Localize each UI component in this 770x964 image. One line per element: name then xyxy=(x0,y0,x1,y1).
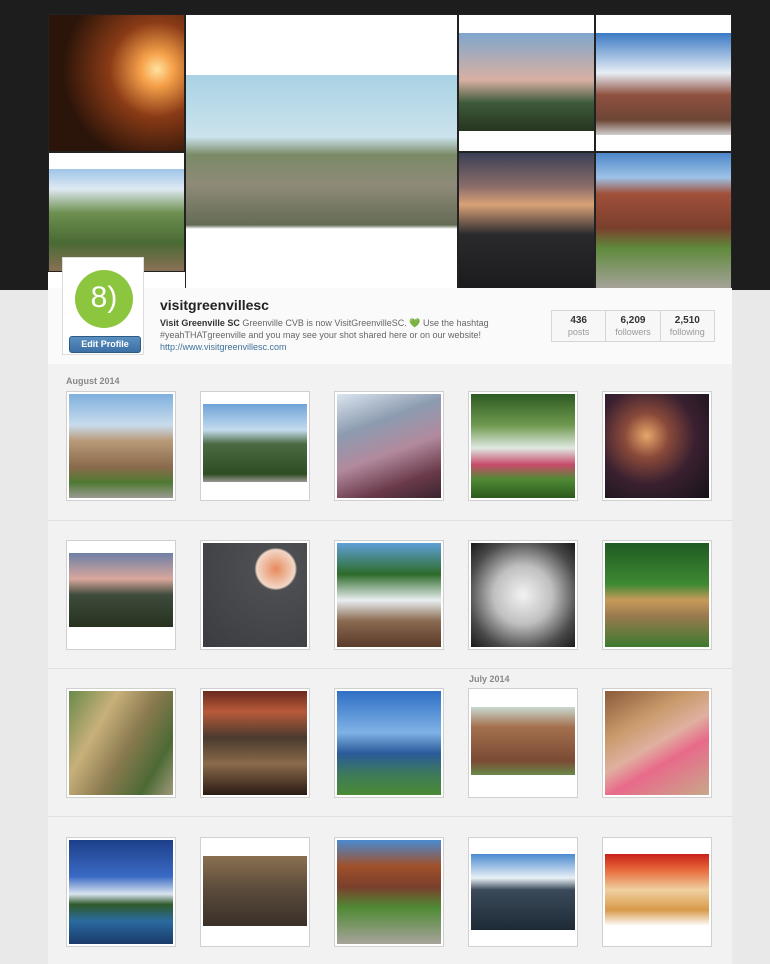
website-link[interactable]: http://www.visitgreenvillesc.com xyxy=(160,342,287,352)
profile-display-name: Visit Greenville SC xyxy=(160,318,240,328)
row-divider xyxy=(48,816,732,817)
mosaic-city-rainbow xyxy=(185,14,458,290)
photo-thumbnail[interactable] xyxy=(602,837,712,947)
profile-header: 8) Edit Profile visitgreenvillesc Visit … xyxy=(48,257,732,364)
photo-thumbnail[interactable] xyxy=(602,540,712,650)
row-divider xyxy=(48,668,732,669)
photo-thumbnail[interactable] xyxy=(334,391,444,501)
photo-thumbnail[interactable] xyxy=(334,540,444,650)
mosaic-mountain-dusk xyxy=(458,14,595,152)
stat-posts-label: posts xyxy=(567,327,590,337)
profile-bio: Visit Greenville SC Greenville CVB is no… xyxy=(160,317,538,341)
photo-thumbnail[interactable] xyxy=(468,391,578,501)
photo-thumbnail[interactable] xyxy=(200,837,310,947)
photo-thumbnail[interactable] xyxy=(602,391,712,501)
photo-thumbnail[interactable] xyxy=(66,837,176,947)
photo-grid: August 2014 July 2014 xyxy=(48,364,732,964)
photo-thumbnail[interactable] xyxy=(200,391,310,501)
month-heading-august: August 2014 xyxy=(66,376,120,386)
photo-thumbnail[interactable] xyxy=(66,540,176,650)
mosaic-skyline-sunset xyxy=(458,152,595,290)
month-heading-july: July 2014 xyxy=(469,674,510,684)
mosaic-park-walkway xyxy=(595,152,732,290)
mosaic-brick-building-sky xyxy=(595,14,732,152)
row-divider xyxy=(48,520,732,521)
stat-following-label: following xyxy=(669,327,705,337)
avatar-frame: 8) Edit Profile xyxy=(62,257,144,355)
edit-profile-button[interactable]: Edit Profile xyxy=(69,336,141,353)
stat-posts-value: 436 xyxy=(570,315,587,326)
photo-thumbnail[interactable] xyxy=(66,391,176,501)
photo-thumbnail[interactable] xyxy=(602,688,712,798)
photo-thumbnail[interactable] xyxy=(334,688,444,798)
green-heart-icon: 💚 xyxy=(409,318,421,328)
avatar[interactable]: 8) xyxy=(75,270,133,328)
photo-thumbnail[interactable] xyxy=(200,540,310,650)
photo-thumbnail[interactable] xyxy=(468,688,578,798)
profile-stats: 436 posts 6,209 followers 2,510 followin… xyxy=(551,310,715,342)
photo-thumbnail[interactable] xyxy=(468,540,578,650)
photo-thumbnail[interactable] xyxy=(468,837,578,947)
header-photo-mosaic xyxy=(0,0,770,290)
stat-posts[interactable]: 436 posts xyxy=(552,311,605,341)
stat-followers[interactable]: 6,209 followers xyxy=(605,311,659,341)
photo-thumbnail[interactable] xyxy=(334,837,444,947)
profile-username: visitgreenvillesc xyxy=(160,297,269,313)
stat-followers-value: 6,209 xyxy=(620,315,646,326)
photo-thumbnail[interactable] xyxy=(66,688,176,798)
mosaic-sunset-building xyxy=(48,14,185,152)
mosaic-rooftop-garden xyxy=(48,152,185,272)
photo-thumbnail[interactable] xyxy=(200,688,310,798)
bio-text: Greenville CVB is now VisitGreenvilleSC. xyxy=(242,318,407,328)
stat-followers-label: followers xyxy=(615,327,651,337)
stat-following-value: 2,510 xyxy=(674,315,700,326)
stat-following[interactable]: 2,510 following xyxy=(659,311,714,341)
